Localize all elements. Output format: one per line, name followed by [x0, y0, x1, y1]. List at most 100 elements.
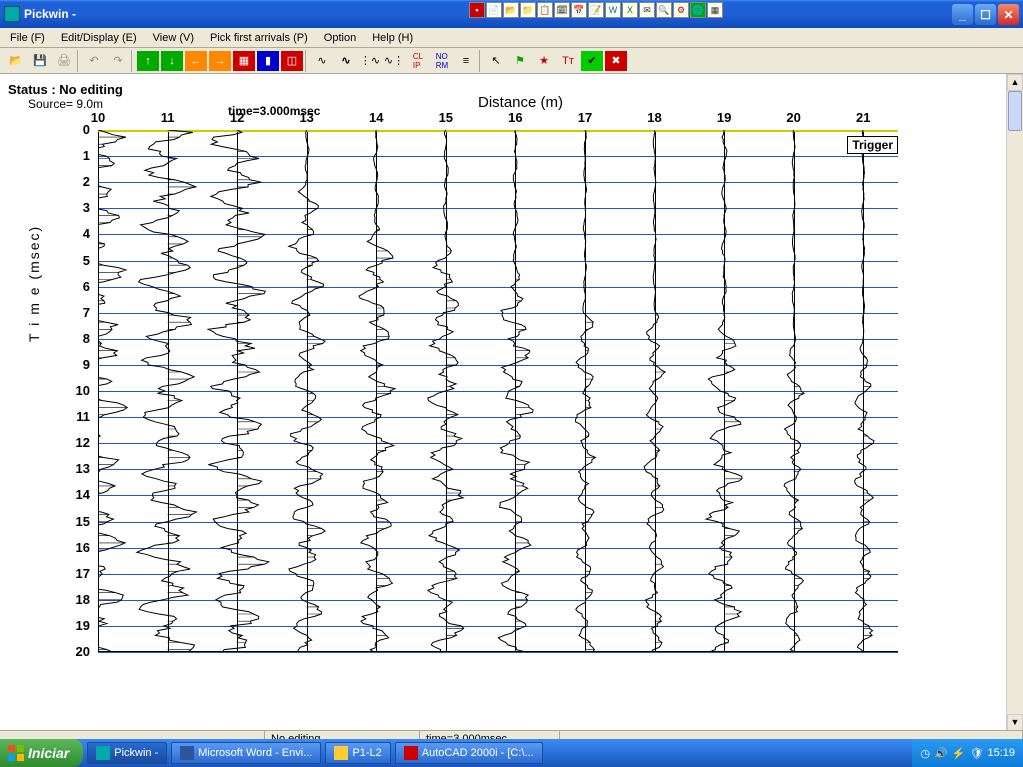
star-icon[interactable]: ★: [532, 50, 556, 72]
y-tick: 12: [60, 435, 90, 450]
workarea: Status : No editing Source= 9.0m time=3.…: [0, 74, 1023, 748]
scroll-down-icon[interactable]: ▼: [1007, 714, 1023, 731]
norm-icon[interactable]: NORM: [430, 50, 454, 72]
quick-icon[interactable]: ✉: [639, 2, 655, 18]
wave1-icon[interactable]: ∿: [310, 50, 334, 72]
y-tick: 7: [60, 305, 90, 320]
trigger-label: Trigger: [847, 136, 898, 154]
x-tick: 21: [848, 110, 878, 125]
task-autocad[interactable]: AutoCAD 2000i - [C:\...: [395, 742, 543, 764]
y-tick: 2: [60, 174, 90, 189]
quick-icon[interactable]: ▪: [469, 2, 485, 18]
y-tick: 3: [60, 200, 90, 215]
menu-file[interactable]: File (F): [2, 30, 53, 46]
x-tick: 15: [431, 110, 461, 125]
text-icon[interactable]: Tᴛ: [556, 50, 580, 72]
x-tick: 18: [640, 110, 670, 125]
toolbar: 📂 💾 🖨 ↶ ↷ ↑ ↓ ← → ▦ ▮ ◫ ∿ ∿ ⋮∿ ∿⋮ CLIP N…: [0, 48, 1023, 74]
x-tick: 20: [779, 110, 809, 125]
flag-green-icon[interactable]: ⚑: [508, 50, 532, 72]
minimize-button[interactable]: _: [952, 4, 973, 25]
app-icon: [4, 6, 20, 22]
split-icon[interactable]: ◫: [280, 50, 304, 72]
task-pickwin[interactable]: Pickwin -: [87, 742, 167, 764]
start-button[interactable]: Iniciar: [0, 739, 83, 767]
menu-option[interactable]: Option: [316, 30, 364, 46]
wave4-icon[interactable]: ∿⋮: [382, 50, 406, 72]
quick-icon[interactable]: 📅: [571, 2, 587, 18]
menu-edit-display[interactable]: Edit/Display (E): [53, 30, 145, 46]
x-tick: 14: [361, 110, 391, 125]
quick-icon[interactable]: ⚙: [673, 2, 689, 18]
close-button[interactable]: ✕: [998, 4, 1019, 25]
cross-icon[interactable]: ✖: [604, 50, 628, 72]
scroll-up-icon[interactable]: ▲: [1007, 74, 1023, 91]
quick-icon[interactable]: 📂: [503, 2, 519, 18]
x-tick: 12: [222, 110, 252, 125]
menu-bar: File (F) Edit/Display (E) View (V) Pick …: [0, 28, 1023, 48]
quick-icon[interactable]: 📁: [520, 2, 536, 18]
x-axis-title: Distance (m): [478, 94, 563, 111]
start-label: Iniciar: [28, 745, 69, 761]
tray-icon[interactable]: 🔊: [934, 747, 948, 760]
clip-icon[interactable]: CLIP: [406, 50, 430, 72]
y-tick: 8: [60, 331, 90, 346]
y-tick: 11: [60, 409, 90, 424]
fill-icon[interactable]: ▮: [256, 50, 280, 72]
wave3-icon[interactable]: ⋮∿: [358, 50, 382, 72]
windows-logo-icon: [8, 745, 24, 761]
arrow-down-icon[interactable]: ↓: [160, 50, 184, 72]
quick-icon[interactable]: 🔍: [656, 2, 672, 18]
pointer-icon[interactable]: ↖: [484, 50, 508, 72]
quick-icon[interactable]: 🌐: [690, 2, 706, 18]
menu-pick-first[interactable]: Pick first arrivals (P): [202, 30, 316, 46]
x-tick: 11: [153, 110, 183, 125]
check-icon[interactable]: ✔: [580, 50, 604, 72]
wave2-icon[interactable]: ∿: [334, 50, 358, 72]
vertical-scrollbar[interactable]: ▲ ▼: [1006, 74, 1023, 731]
grid-icon[interactable]: ▦: [232, 50, 256, 72]
arrow-right-icon[interactable]: →: [208, 50, 232, 72]
tray-icon[interactable]: ◷: [920, 747, 930, 760]
y-tick: 13: [60, 461, 90, 476]
tray-icon[interactable]: ⚡: [952, 747, 966, 760]
redo-icon[interactable]: ↷: [106, 50, 130, 72]
save-icon[interactable]: 💾: [28, 50, 52, 72]
quick-icon[interactable]: 📄: [486, 2, 502, 18]
y-tick: 6: [60, 279, 90, 294]
titlebar-quick-icons: ▪ 📄 📂 📁 📋 🗓 📅 📝 W X ✉ 🔍 ⚙ 🌐 ▦: [469, 2, 723, 18]
y-tick: 4: [60, 226, 90, 241]
y-tick: 15: [60, 514, 90, 529]
task-folder[interactable]: P1-L2: [325, 742, 390, 764]
open-icon[interactable]: 📂: [4, 50, 28, 72]
lines-icon[interactable]: ≡: [454, 50, 478, 72]
y-tick: 5: [60, 253, 90, 268]
x-tick: 13: [292, 110, 322, 125]
menu-help[interactable]: Help (H): [364, 30, 421, 46]
quick-icon[interactable]: 📝: [588, 2, 604, 18]
quick-icon[interactable]: 🗓: [554, 2, 570, 18]
arrow-left-icon[interactable]: ←: [184, 50, 208, 72]
quick-icon[interactable]: W: [605, 2, 621, 18]
maximize-button[interactable]: ☐: [975, 4, 996, 25]
system-tray[interactable]: ◷ 🔊 ⚡ 🛡 15:19: [912, 739, 1023, 767]
y-tick: 19: [60, 618, 90, 633]
y-tick: 1: [60, 148, 90, 163]
scroll-thumb[interactable]: [1008, 91, 1022, 131]
task-word[interactable]: Microsoft Word - Envi...: [171, 742, 321, 764]
menu-view[interactable]: View (V): [145, 30, 202, 46]
x-tick: 17: [570, 110, 600, 125]
y-tick: 10: [60, 383, 90, 398]
taskbar: Iniciar Pickwin - Microsoft Word - Envi.…: [0, 739, 1023, 767]
undo-icon[interactable]: ↶: [82, 50, 106, 72]
y-tick: 14: [60, 487, 90, 502]
quick-icon[interactable]: ▦: [707, 2, 723, 18]
quick-icon[interactable]: X: [622, 2, 638, 18]
y-tick: 9: [60, 357, 90, 372]
quick-icon[interactable]: 📋: [537, 2, 553, 18]
arrow-up-icon[interactable]: ↑: [136, 50, 160, 72]
print-icon[interactable]: 🖨: [52, 50, 76, 72]
tray-icon[interactable]: 🛡: [970, 747, 984, 760]
y-tick: 18: [60, 592, 90, 607]
seismic-plot[interactable]: Trigger: [98, 130, 898, 652]
